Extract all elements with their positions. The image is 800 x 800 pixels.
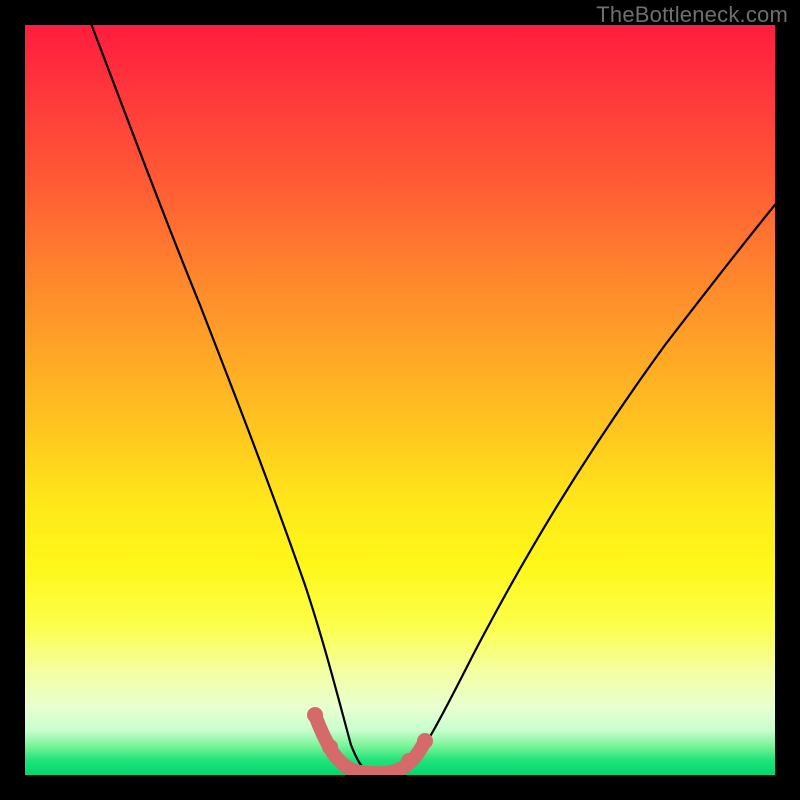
highlight-dot-icon <box>401 753 417 769</box>
chart-frame: TheBottleneck.com <box>0 0 800 800</box>
highlight-dot-icon <box>307 707 323 723</box>
plot-area <box>25 25 775 775</box>
curve-layer <box>25 25 775 775</box>
bottleneck-curve-path <box>80 25 775 773</box>
highlight-dot-icon <box>322 739 338 755</box>
watermark-text: TheBottleneck.com <box>596 2 788 28</box>
highlight-dot-icon <box>417 733 433 749</box>
